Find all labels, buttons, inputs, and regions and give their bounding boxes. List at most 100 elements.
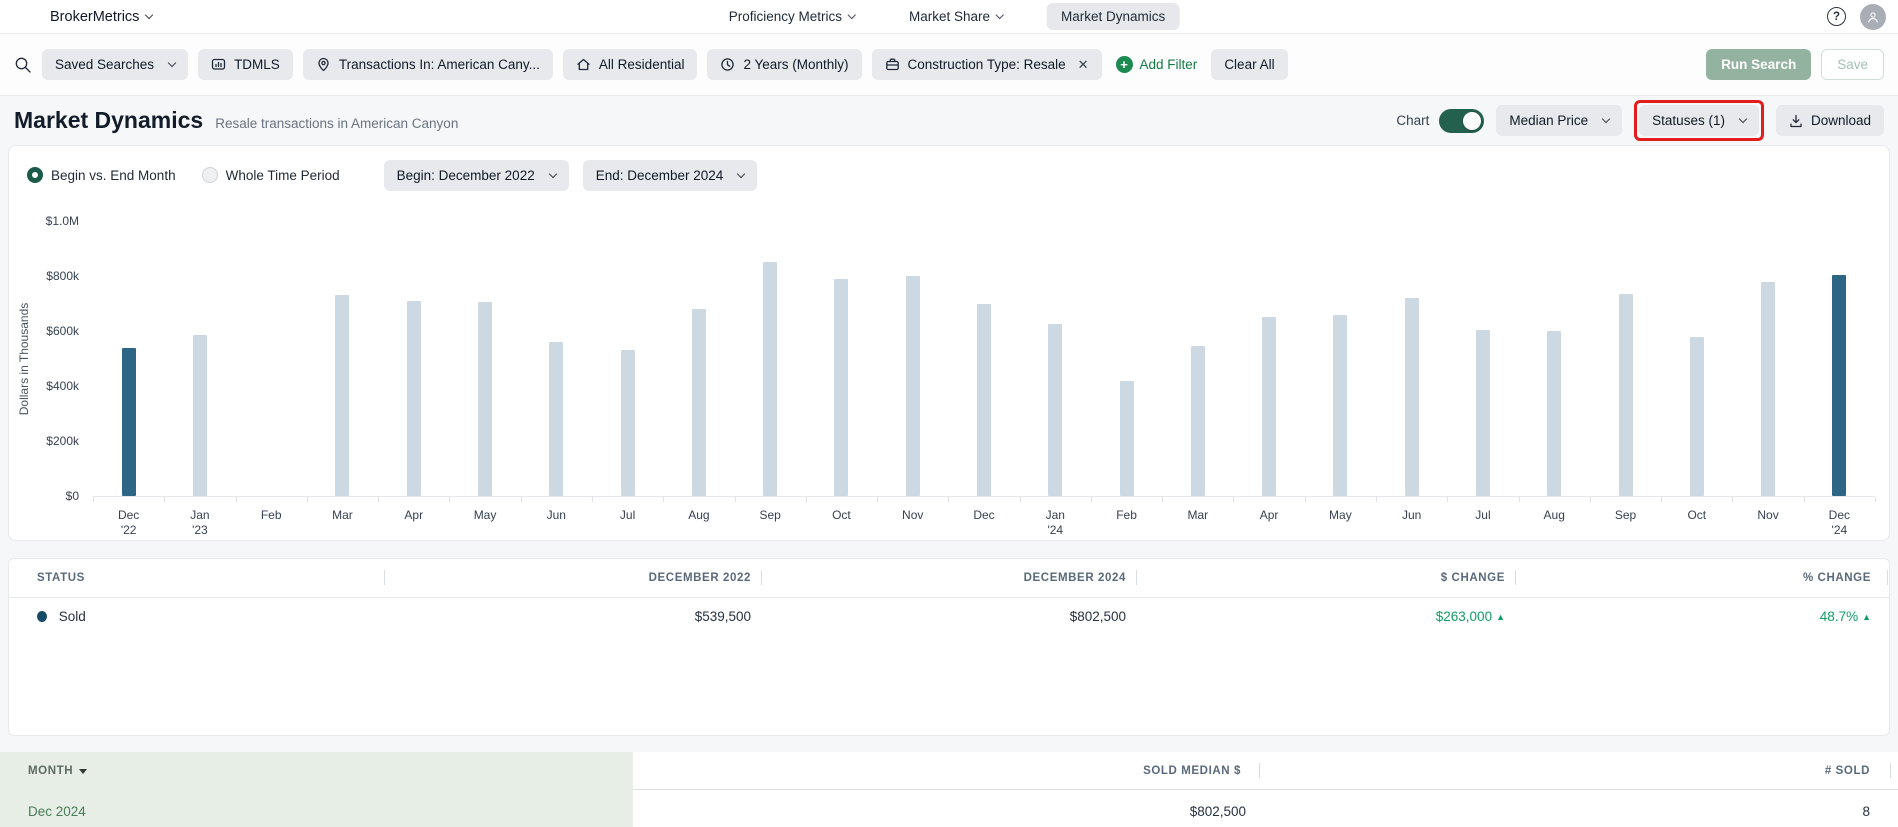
tab-market-dynamics[interactable]: Market Dynamics [1047, 3, 1180, 30]
brand-label: BrokerMetrics [50, 8, 140, 25]
help-icon[interactable]: ? [1827, 7, 1846, 26]
metric-dropdown[interactable]: Median Price [1496, 105, 1623, 136]
add-filter-button[interactable]: + Add Filter [1112, 56, 1202, 73]
column-header-sold-median[interactable]: SOLD MEDIAN $ [633, 752, 1259, 790]
chart-bar[interactable] [1547, 331, 1562, 496]
x-axis-label: Jun [1401, 508, 1422, 522]
chart-bar[interactable] [834, 278, 849, 496]
december-2022-value: $539,500 [694, 608, 751, 624]
y-axis-tick-label: $200k [46, 434, 79, 448]
clock-icon [721, 58, 735, 71]
chart-bar[interactable] [549, 342, 564, 496]
nav-tabs: Proficiency Metrics Market Share Market … [719, 3, 1180, 30]
filter-chip-transactions-in[interactable]: Transactions In: American Cany... [302, 49, 553, 80]
search-icon[interactable] [14, 56, 32, 74]
chart-bar[interactable] [1761, 281, 1776, 496]
saved-searches-dropdown[interactable]: Saved Searches [42, 49, 189, 80]
chart-bar[interactable] [335, 295, 350, 496]
chart-bar[interactable] [192, 335, 207, 496]
x-axis-label: Sep [1614, 508, 1637, 522]
chart-bar[interactable] [121, 347, 136, 496]
chart-bar[interactable] [478, 302, 493, 496]
x-axis-label: Oct [1687, 508, 1707, 522]
status-table: STATUS DECEMBER 2022 DECEMBER 2024 $ CHA… [8, 558, 1890, 736]
x-axis-label: Mar [332, 508, 353, 522]
remove-filter-icon[interactable]: ✕ [1078, 57, 1089, 73]
x-axis-tick [1875, 497, 1876, 502]
x-axis-tick [1233, 497, 1235, 502]
radio-begin-vs-end-month[interactable]: Begin vs. End Month [27, 167, 176, 183]
x-axis-label: Nov [1757, 508, 1779, 522]
x-axis-label: Apr [404, 508, 424, 522]
x-axis-tick [1589, 497, 1591, 502]
x-axis-label: Jul [1475, 508, 1491, 522]
chart-bar[interactable] [1333, 314, 1348, 496]
column-header-month[interactable]: MONTH [0, 752, 633, 790]
bar-chart: Dollars in Thousands $1.0M $800k $600k $400… [9, 196, 1889, 541]
chart-bar[interactable] [406, 300, 421, 496]
chart-toggle[interactable] [1439, 108, 1485, 133]
filter-chip-property-type[interactable]: All Residential [562, 49, 698, 80]
chart-bar[interactable] [1404, 298, 1419, 496]
chart-bar[interactable] [1689, 336, 1704, 496]
chart-bar[interactable] [763, 262, 778, 496]
chevron-down-icon [737, 169, 746, 178]
page-title: Market Dynamics [14, 107, 204, 133]
chart-bar[interactable] [1262, 317, 1277, 496]
mls-source-icon [211, 58, 226, 70]
download-icon [1790, 114, 1802, 127]
avatar[interactable] [1860, 3, 1886, 30]
begin-month-dropdown[interactable]: Begin: December 2022 [383, 159, 569, 191]
x-axis-tick [1661, 497, 1663, 502]
tab-proficiency-metrics[interactable]: Proficiency Metrics [719, 3, 865, 30]
end-month-dropdown[interactable]: End: December 2024 [582, 159, 758, 191]
x-axis-tick [1518, 497, 1520, 502]
chart-bar[interactable] [620, 350, 635, 496]
column-header-december-2024: DECEMBER 2024 [1023, 572, 1126, 584]
column-header-num-sold[interactable]: # SOLD [1259, 752, 1898, 790]
radio-whole-time-period[interactable]: Whole Time Period [201, 167, 340, 183]
filter-chip-mls[interactable]: TDMLS [198, 49, 293, 80]
table-row[interactable]: Dec 2024 $802,500 8 [0, 790, 1898, 827]
status-value: Sold [58, 608, 86, 624]
chart-bar[interactable] [1618, 293, 1633, 496]
download-button[interactable]: Download [1775, 105, 1884, 136]
x-axis-label: Dec '24 [1828, 508, 1851, 537]
table-row[interactable]: Sold $539,500 $802,500 $263,000 ▲ 48.7% ▲ [9, 597, 1889, 634]
x-axis-tick [449, 497, 451, 502]
chart-bar[interactable] [1190, 346, 1205, 496]
brand-menu[interactable]: BrokerMetrics [50, 8, 154, 25]
briefcase-icon [885, 58, 899, 71]
month-value: Dec 2024 [0, 790, 633, 827]
chart-bar[interactable] [691, 309, 706, 496]
chart-bar[interactable] [1119, 380, 1134, 496]
december-2024-value: $802,500 [1069, 608, 1126, 624]
chart-bar[interactable] [1048, 324, 1063, 496]
save-button[interactable]: Save [1821, 49, 1884, 80]
x-axis-label: Nov [902, 508, 924, 522]
run-search-button[interactable]: Run Search [1706, 49, 1812, 80]
chevron-down-icon [167, 58, 177, 68]
chevron-down-icon [995, 10, 1005, 20]
x-axis-label: May [473, 508, 497, 522]
column-header-december-2022: DECEMBER 2022 [648, 572, 751, 584]
statuses-dropdown[interactable]: Statuses (1) [1639, 105, 1759, 136]
page-header: Market Dynamics Resale transactions in A… [0, 96, 1898, 145]
dollar-change-value: $263,000 [1435, 608, 1493, 624]
chart-bar[interactable] [905, 276, 920, 496]
x-axis-tick [306, 497, 308, 502]
page-subtitle: Resale transactions in American Canyon [215, 115, 459, 131]
filter-chip-time-period[interactable]: 2 Years (Monthly) [707, 49, 862, 80]
tab-market-share[interactable]: Market Share [899, 3, 1013, 30]
x-axis-label: Apr [1259, 508, 1279, 522]
chevron-down-icon [1601, 114, 1611, 124]
location-pin-icon [318, 57, 329, 72]
chart-bar[interactable] [1832, 275, 1847, 496]
chart-bar[interactable] [977, 303, 991, 496]
x-axis-label: Mar [1187, 508, 1209, 522]
filter-chip-construction-type[interactable]: Construction Type: Resale ✕ [871, 49, 1102, 80]
clear-all-button[interactable]: Clear All [1211, 49, 1288, 80]
x-axis-tick [663, 497, 665, 502]
chart-bar[interactable] [1475, 329, 1490, 496]
chevron-down-icon [548, 169, 557, 178]
